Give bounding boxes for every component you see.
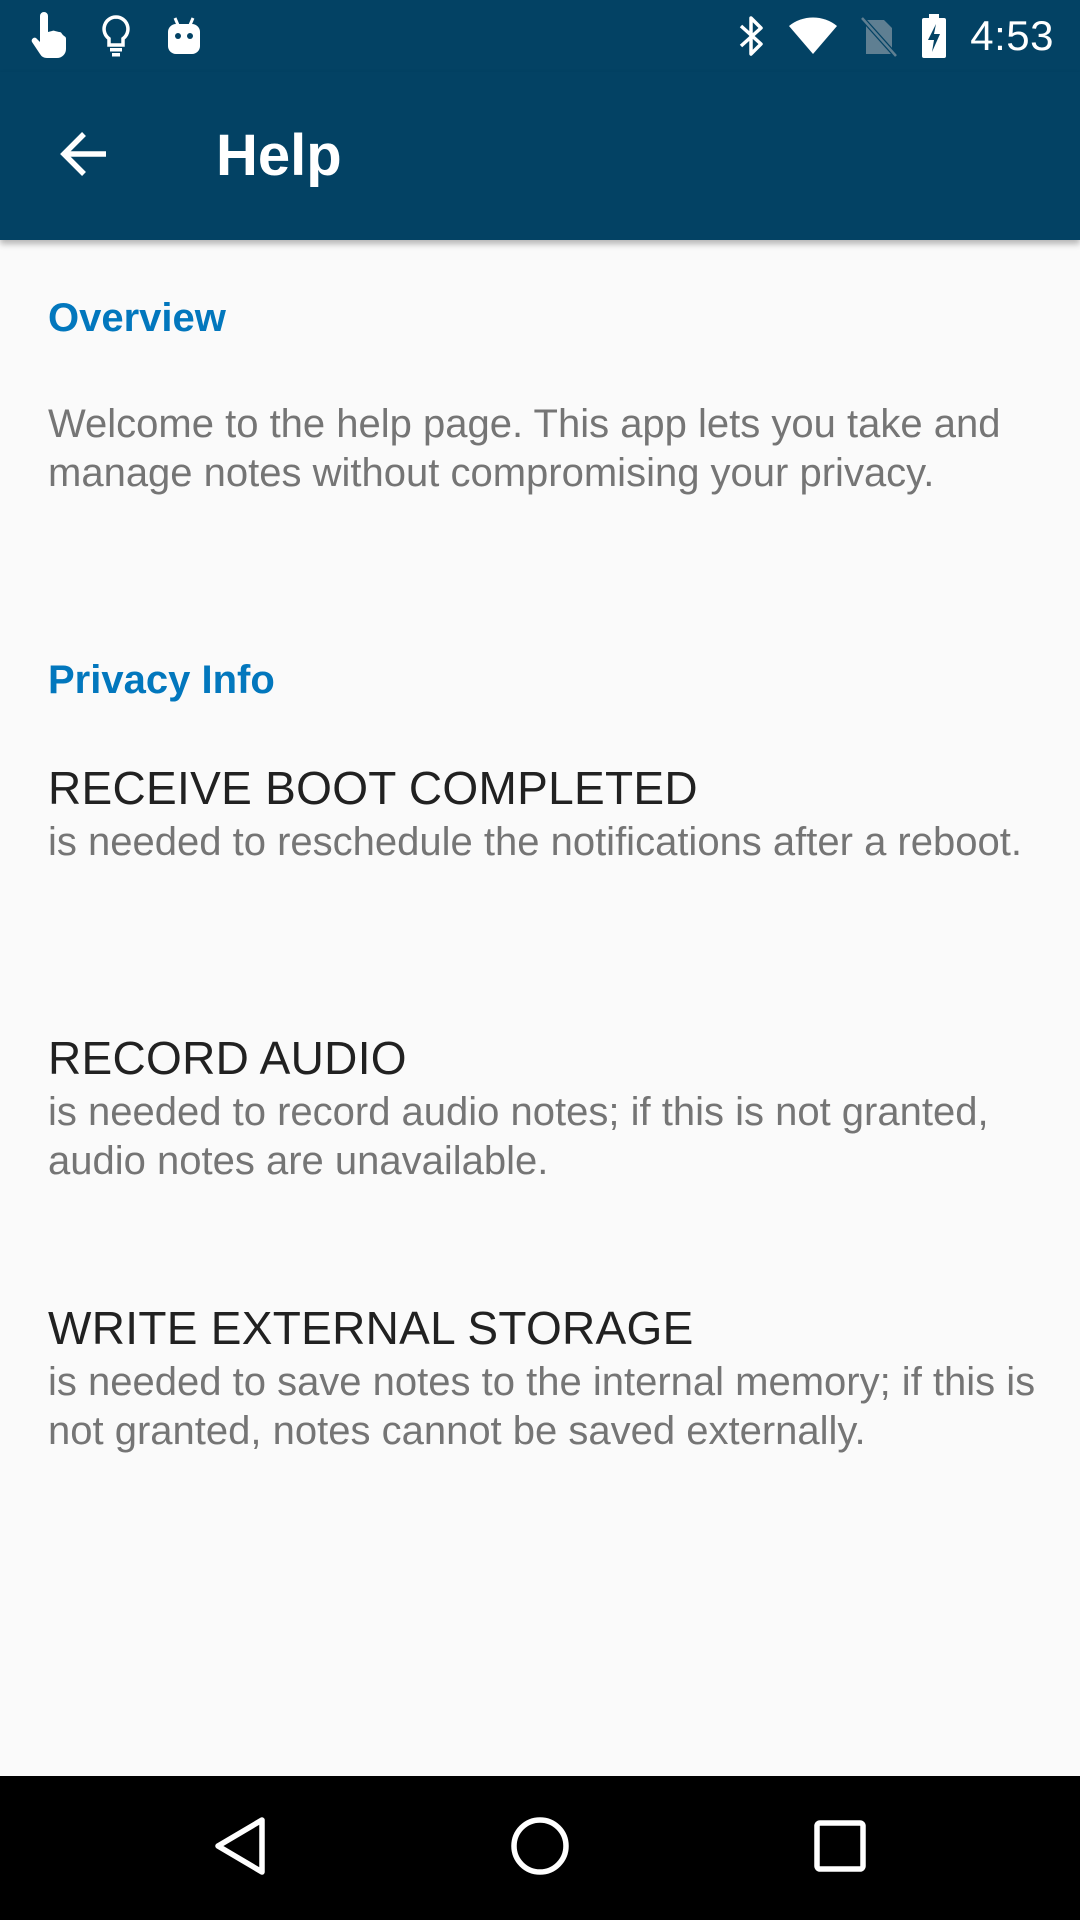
status-bar: 4:53: [0, 0, 1080, 72]
nav-home-icon: [508, 1814, 572, 1883]
permission-description: is needed to reschedule the notification…: [48, 820, 1022, 864]
hand-pointer-icon: [28, 12, 68, 60]
permission-item: RECORD AUDIO is needed to record audio n…: [48, 1030, 1038, 1186]
permission-description: is needed to save notes to the internal …: [48, 1360, 1036, 1453]
app-toolbar: Help: [0, 72, 1080, 240]
overview-header: Overview: [48, 296, 226, 340]
no-sim-icon: [860, 14, 899, 58]
permission-name: RECEIVE BOOT COMPLETED: [48, 762, 698, 814]
nav-back-icon: [210, 1814, 270, 1883]
permission-description: is needed to record audio notes; if this…: [48, 1090, 989, 1183]
privacy-info-header: Privacy Info: [48, 658, 275, 702]
overview-text: Welcome to the help page. This app lets …: [48, 402, 1001, 495]
bluetooth-icon: [736, 14, 766, 58]
back-button[interactable]: [40, 112, 128, 200]
permission-name: RECORD AUDIO: [48, 1032, 407, 1084]
nav-back-button[interactable]: [190, 1798, 290, 1898]
clock: 4:53: [970, 12, 1054, 59]
notification-icons: [28, 10, 204, 62]
permission-item: WRITE EXTERNAL STORAGE is needed to save…: [48, 1300, 1038, 1456]
navigation-bar: [0, 1776, 1080, 1920]
lightbulb-icon: [100, 14, 132, 58]
android-icon: [164, 14, 204, 58]
battery-charging-icon: [920, 12, 948, 60]
permission-item: RECEIVE BOOT COMPLETED is needed to resc…: [48, 760, 1038, 867]
nav-recents-button[interactable]: [790, 1798, 890, 1898]
page-title: Help: [216, 123, 342, 188]
arrow-back-icon: [56, 126, 112, 187]
system-icons: 4:53: [736, 10, 1054, 62]
nav-recents-icon: [812, 1818, 868, 1879]
permission-name: WRITE EXTERNAL STORAGE: [48, 1302, 694, 1354]
nav-home-button[interactable]: [490, 1798, 590, 1898]
wifi-icon: [788, 16, 838, 56]
